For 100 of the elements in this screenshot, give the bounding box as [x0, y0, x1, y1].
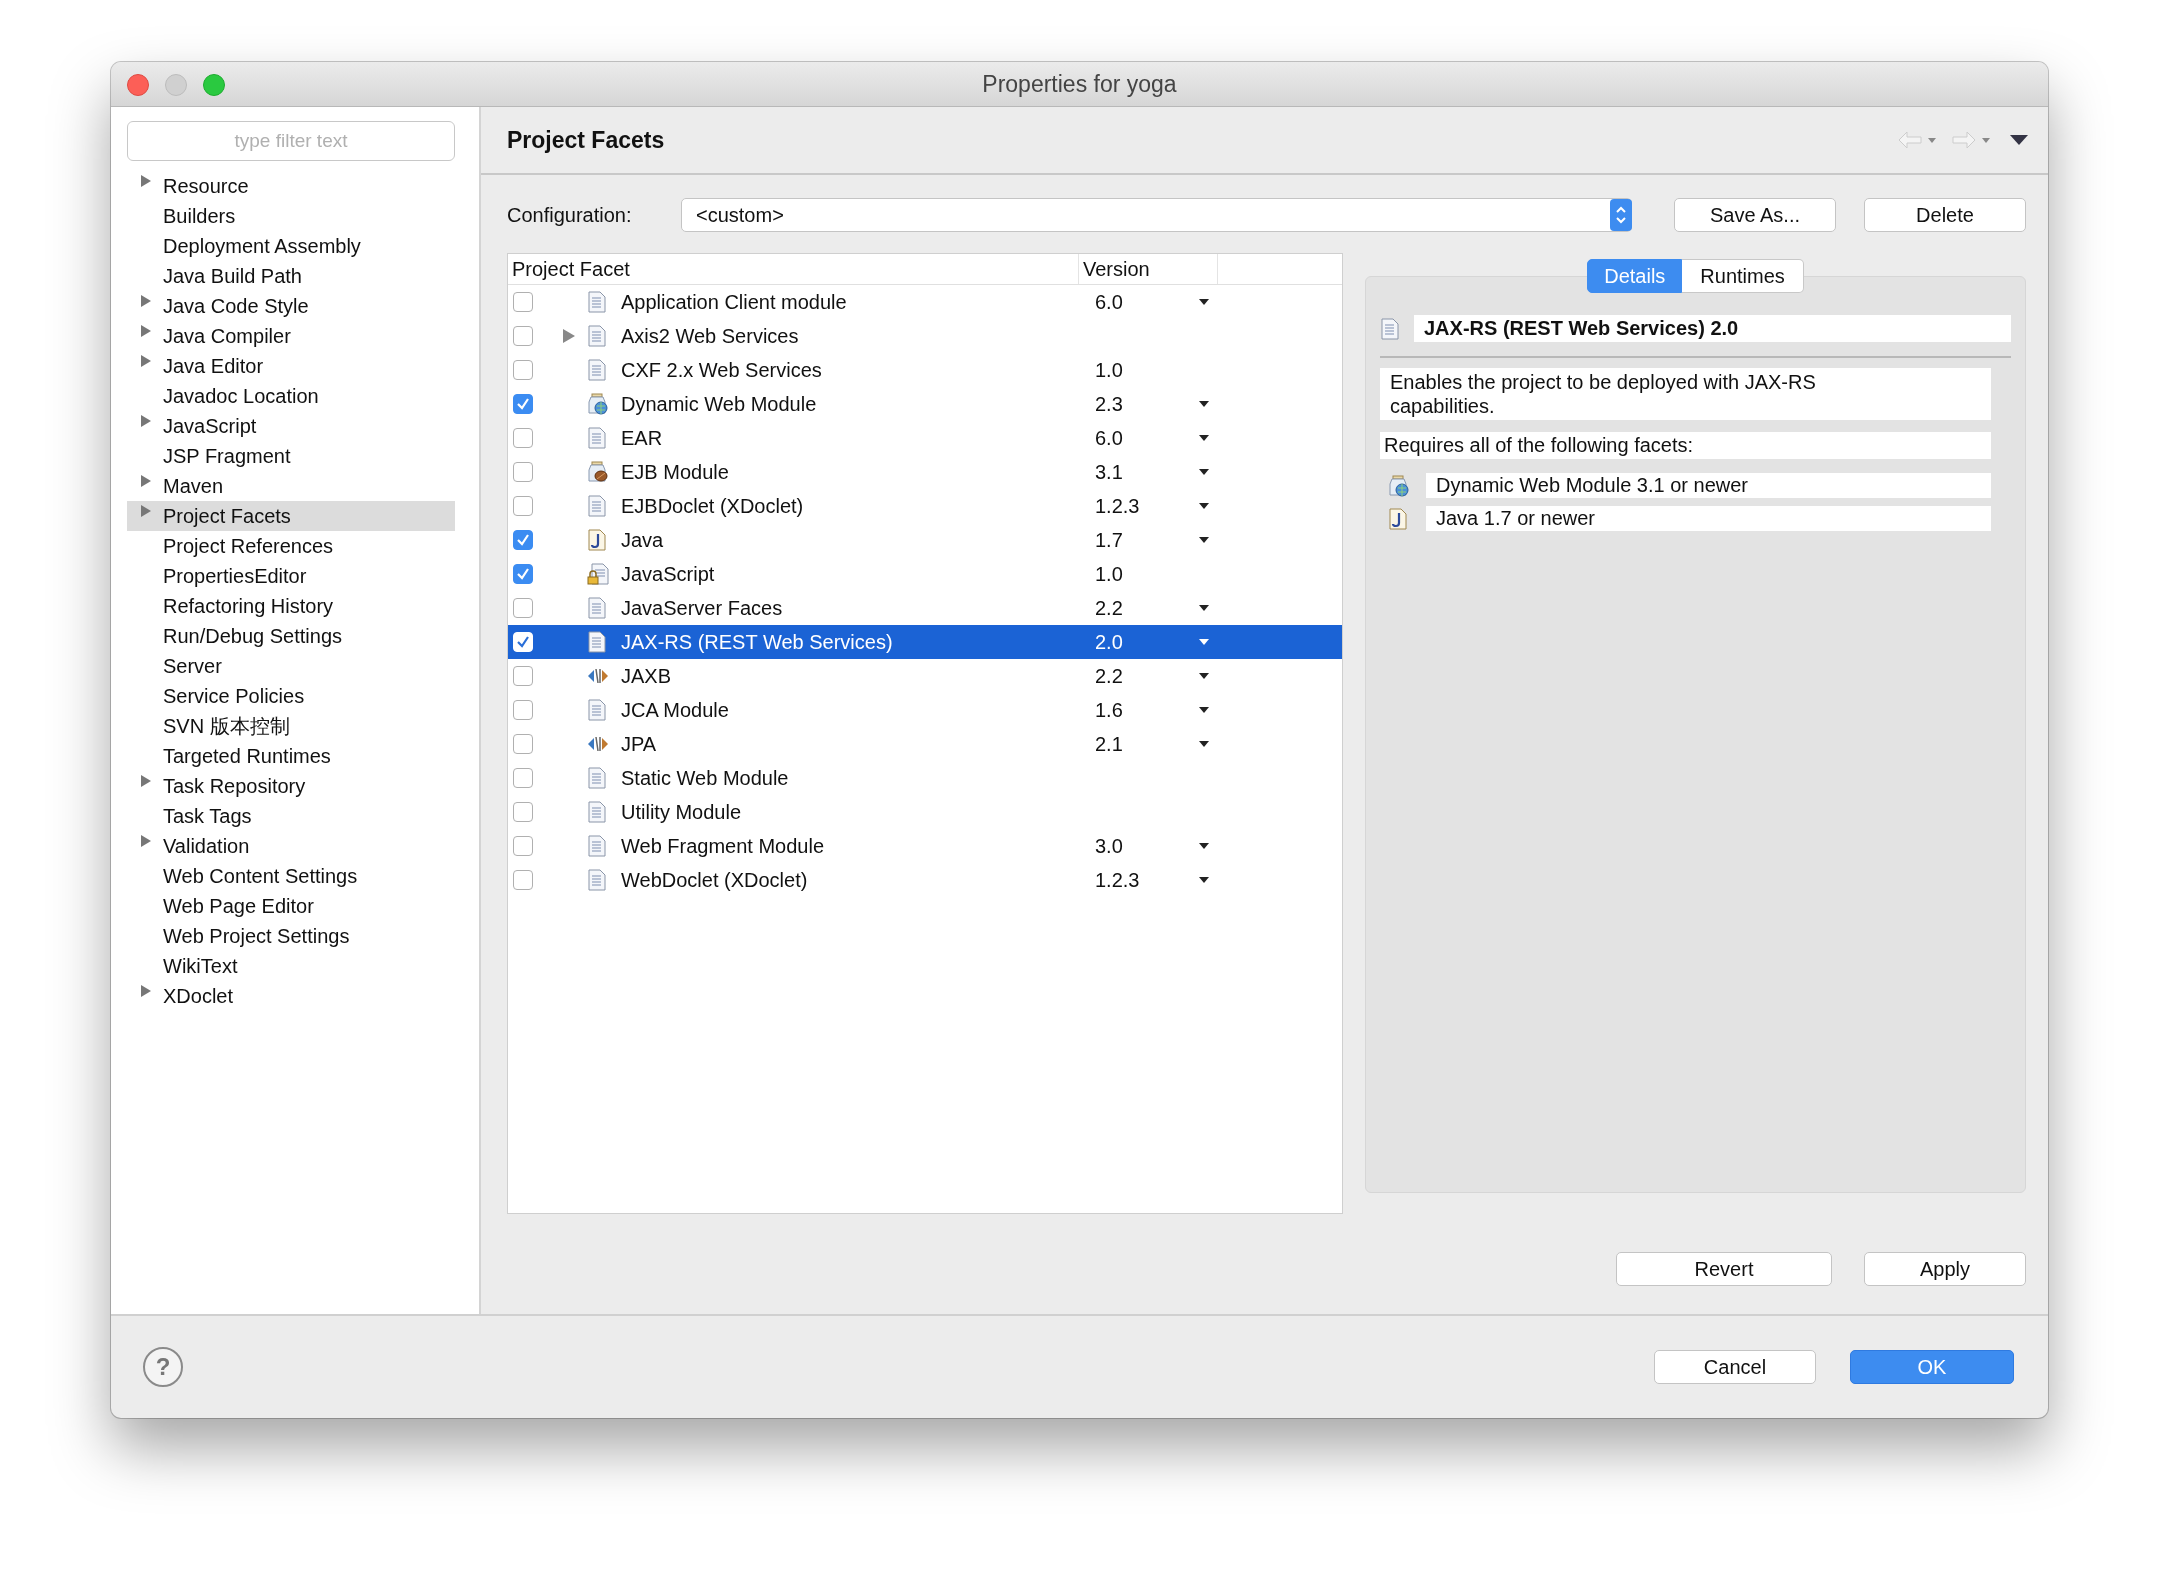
sidebar-item[interactable]: Task Tags	[127, 801, 455, 831]
table-row[interactable]: WebDoclet (XDoclet) 1.2.3	[508, 863, 1342, 897]
checkbox[interactable]	[513, 394, 533, 414]
checkbox[interactable]	[513, 564, 533, 584]
sidebar-item[interactable]: Web Project Settings	[127, 921, 455, 951]
table-row[interactable]: Java 1.7	[508, 523, 1342, 557]
caret-icon[interactable]	[1199, 435, 1209, 441]
table-row[interactable]: EAR 6.0	[508, 421, 1342, 455]
table-row[interactable]: Static Web Module	[508, 761, 1342, 795]
checkbox[interactable]	[513, 700, 533, 720]
dialog-button[interactable]: Revert	[1616, 1252, 1832, 1286]
configuration-dropdown[interactable]: <custom>	[681, 198, 1632, 232]
expand-arrow-icon[interactable]	[141, 175, 151, 187]
sidebar-item[interactable]: Javadoc Location	[127, 381, 455, 411]
expand-arrow-icon[interactable]	[141, 295, 151, 307]
table-row[interactable]: Dynamic Web Module 2.3	[508, 387, 1342, 421]
checkbox[interactable]	[513, 666, 533, 686]
table-row[interactable]: Utility Module	[508, 795, 1342, 829]
caret-icon[interactable]	[1199, 673, 1209, 679]
checkbox[interactable]	[513, 462, 533, 482]
caret-icon[interactable]	[1199, 605, 1209, 611]
sidebar-item[interactable]: Java Code Style	[127, 291, 455, 321]
sidebar-item[interactable]: JSP Fragment	[127, 441, 455, 471]
sidebar-item[interactable]: Web Content Settings	[127, 861, 455, 891]
checkbox[interactable]	[513, 326, 533, 346]
checkbox[interactable]	[513, 428, 533, 448]
caret-icon[interactable]	[1199, 707, 1209, 713]
sidebar-item[interactable]: Web Page Editor	[127, 891, 455, 921]
caret-icon[interactable]	[1199, 503, 1209, 509]
expand-arrow-icon[interactable]	[141, 415, 151, 427]
caret-icon[interactable]	[1199, 877, 1209, 883]
expand-arrow-icon[interactable]	[141, 835, 151, 847]
expand-arrow-icon[interactable]	[563, 329, 575, 343]
zoom-button[interactable]	[203, 74, 225, 96]
sidebar-item[interactable]: Resource	[127, 171, 455, 201]
caret-icon[interactable]	[1199, 843, 1209, 849]
expand-arrow-icon[interactable]	[141, 475, 151, 487]
tab[interactable]: Runtimes	[1682, 259, 1804, 293]
stepper-icon[interactable]	[1610, 199, 1632, 231]
column-header[interactable]: Version	[1079, 254, 1218, 284]
checkbox[interactable]	[513, 734, 533, 754]
dialog-button[interactable]: Save As...	[1674, 198, 1836, 232]
sidebar-item[interactable]: PropertiesEditor	[127, 561, 455, 591]
table-row[interactable]: JavaScript 1.0	[508, 557, 1342, 591]
checkbox[interactable]	[513, 496, 533, 516]
sidebar-item[interactable]: Builders	[127, 201, 455, 231]
table-row[interactable]: EJBDoclet (XDoclet) 1.2.3	[508, 489, 1342, 523]
expand-arrow-icon[interactable]	[141, 355, 151, 367]
caret-icon[interactable]	[1199, 741, 1209, 747]
caret-icon[interactable]	[1199, 537, 1209, 543]
sidebar-item[interactable]: Java Editor	[127, 351, 455, 381]
checkbox[interactable]	[513, 768, 533, 788]
close-button[interactable]	[127, 74, 149, 96]
table-row[interactable]: JCA Module 1.6	[508, 693, 1342, 727]
checkbox[interactable]	[513, 836, 533, 856]
sidebar-item[interactable]: JavaScript	[127, 411, 455, 441]
expand-arrow-icon[interactable]	[141, 775, 151, 787]
table-row[interactable]: Axis2 Web Services	[508, 319, 1342, 353]
checkbox[interactable]	[513, 360, 533, 380]
sidebar-item[interactable]: SVN 版本控制	[127, 711, 455, 741]
sidebar-item[interactable]: Deployment Assembly	[127, 231, 455, 261]
help-button[interactable]: ?	[143, 1347, 183, 1387]
sidebar-item[interactable]: Server	[127, 651, 455, 681]
sidebar-item[interactable]: Service Policies	[127, 681, 455, 711]
sidebar-item[interactable]: Task Repository	[127, 771, 455, 801]
sidebar-item[interactable]: Validation	[127, 831, 455, 861]
expand-arrow-icon[interactable]	[141, 985, 151, 997]
table-row[interactable]: Web Fragment Module 3.0	[508, 829, 1342, 863]
sidebar-item[interactable]: Refactoring History	[127, 591, 455, 621]
sidebar-item[interactable]: Targeted Runtimes	[127, 741, 455, 771]
expand-arrow-icon[interactable]	[141, 505, 151, 517]
sidebar-item[interactable]: Project References	[127, 531, 455, 561]
checkbox[interactable]	[513, 530, 533, 550]
sidebar-item[interactable]: Run/Debug Settings	[127, 621, 455, 651]
table-row[interactable]: Application Client module 6.0	[508, 285, 1342, 319]
sidebar-item[interactable]: Java Build Path	[127, 261, 455, 291]
column-header[interactable]: Project Facet	[508, 254, 1079, 284]
caret-icon[interactable]	[1199, 299, 1209, 305]
expand-arrow-icon[interactable]	[141, 325, 151, 337]
sidebar-item[interactable]: XDoclet	[127, 981, 455, 1011]
table-row[interactable]: EJB Module 3.1	[508, 455, 1342, 489]
checkbox[interactable]	[513, 802, 533, 822]
filter-field[interactable]: type filter text	[127, 121, 455, 161]
dialog-button[interactable]: Cancel	[1654, 1350, 1816, 1384]
table-row[interactable]: JavaServer Faces 2.2	[508, 591, 1342, 625]
sidebar-item[interactable]: Project Facets	[127, 501, 455, 531]
dialog-button[interactable]: Delete	[1864, 198, 2026, 232]
table-row[interactable]: CXF 2.x Web Services 1.0	[508, 353, 1342, 387]
caret-icon[interactable]	[1199, 469, 1209, 475]
table-row[interactable]: JPA 2.1	[508, 727, 1342, 761]
table-row[interactable]: JAXB 2.2	[508, 659, 1342, 693]
checkbox[interactable]	[513, 870, 533, 890]
dialog-button[interactable]: Apply	[1864, 1252, 2026, 1286]
menu-icon[interactable]	[2010, 135, 2028, 145]
caret-icon[interactable]	[1199, 401, 1209, 407]
sidebar-item[interactable]: Maven	[127, 471, 455, 501]
checkbox[interactable]	[513, 292, 533, 312]
sidebar-item[interactable]: WikiText	[127, 951, 455, 981]
sidebar-item[interactable]: Java Compiler	[127, 321, 455, 351]
checkbox[interactable]	[513, 598, 533, 618]
